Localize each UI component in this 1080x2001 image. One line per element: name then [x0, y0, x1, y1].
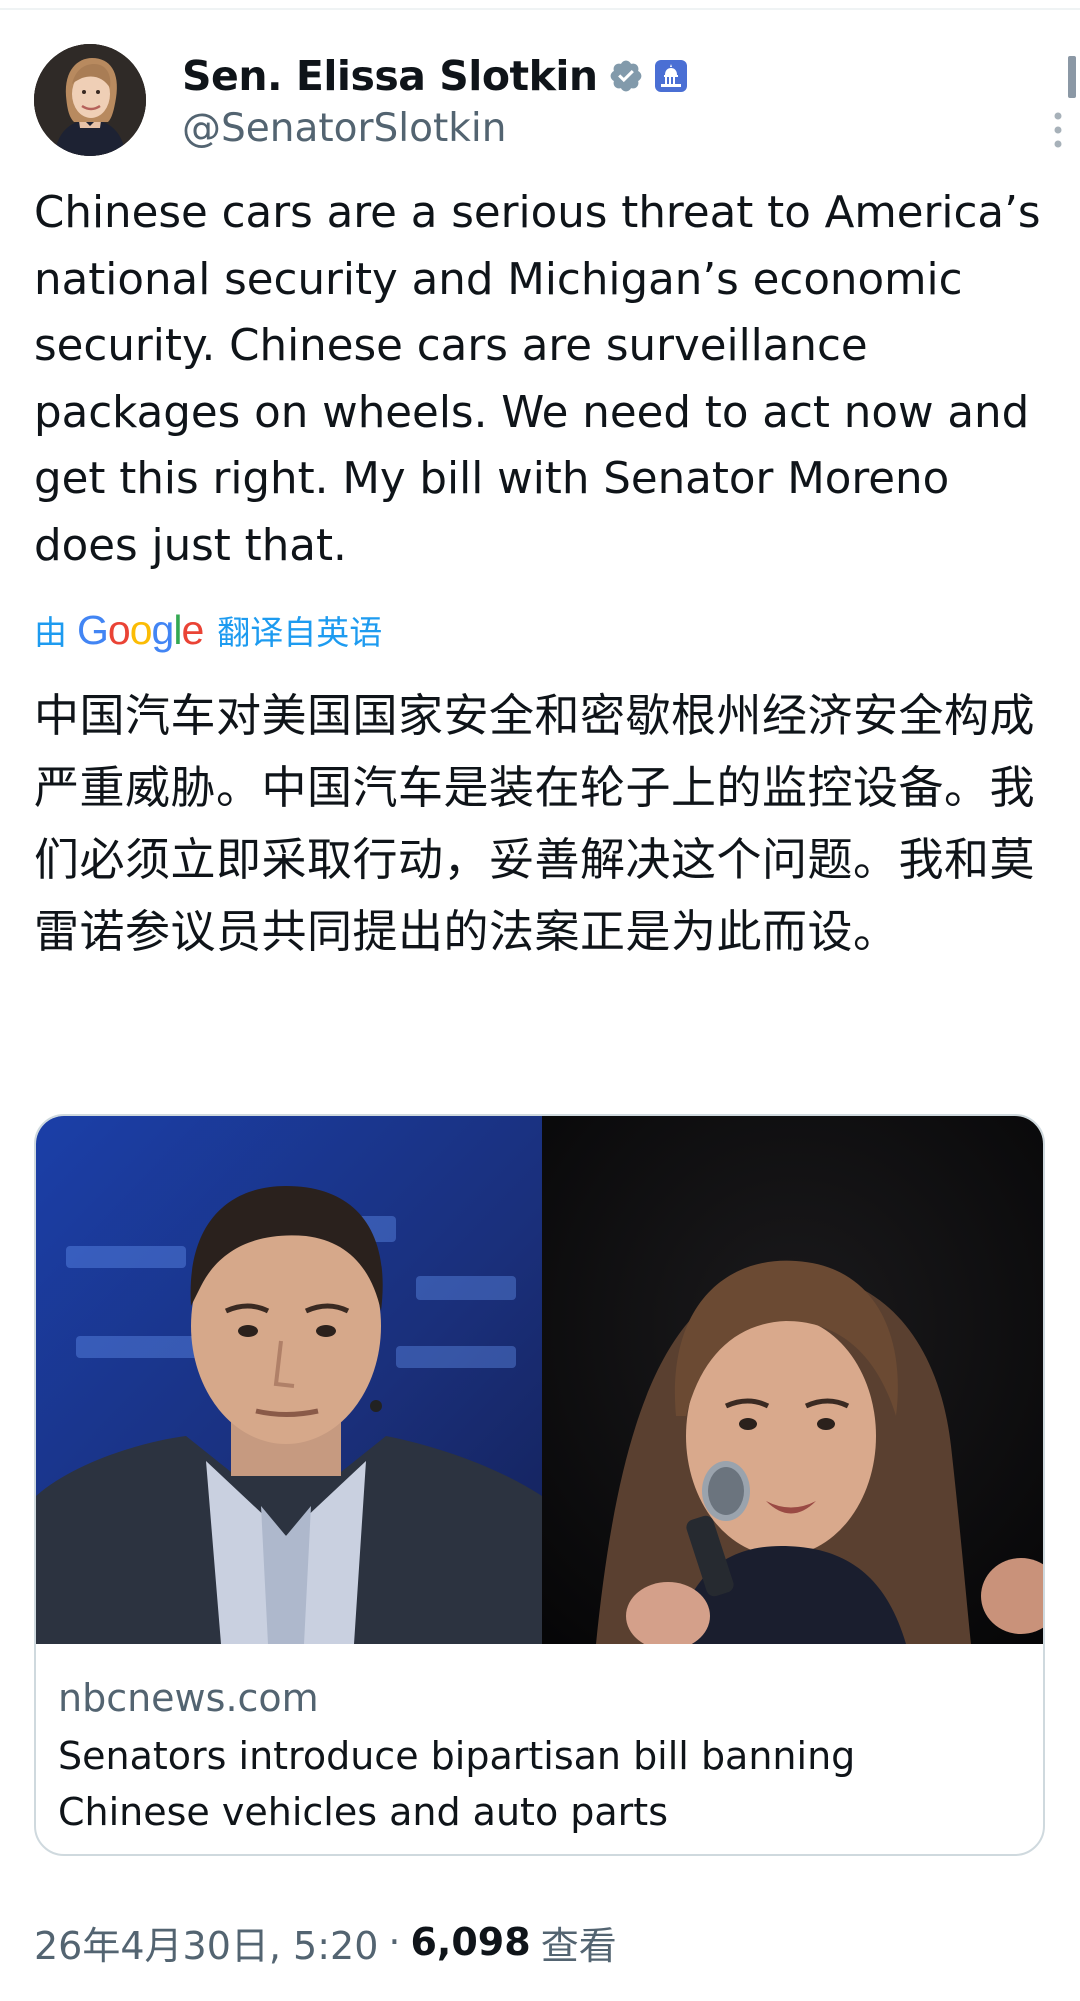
google-logo: Google: [77, 606, 204, 653]
tweet-footer: 26年4月30日, 5:20 · 6,098 查看: [34, 1912, 617, 1972]
translated-text: 中国汽车对美国国家安全和密歇根州经济安全构成严重威胁。中国汽车是装在轮子上的监控…: [34, 689, 1036, 958]
top-divider: [0, 8, 1080, 10]
avatar-image: [34, 44, 146, 156]
link-title: Senators introduce bipartisan bill banni…: [58, 1734, 856, 1834]
scrollbar[interactable]: [1068, 56, 1076, 98]
link-preview-meta: nbcnews.com Senators introduce bipartisa…: [58, 1672, 1018, 1840]
views-label: 查看: [540, 1923, 617, 1968]
separator-dot: ·: [388, 1920, 401, 1964]
translation-attribution[interactable]: 由 Google 翻译自英语: [34, 604, 382, 656]
handle[interactable]: @SenatorSlotkin: [182, 106, 688, 151]
tweet-header: Sen. Elissa Slotkin @SenatorSlotkin: [34, 40, 1064, 160]
author-info[interactable]: Sen. Elissa Slotkin @SenatorSlotkin: [182, 48, 688, 151]
link-domain: nbcnews.com: [58, 1676, 319, 1720]
more-options-icon[interactable]: [1044, 110, 1072, 150]
avatar[interactable]: [34, 44, 146, 156]
tweet-text: Chinese cars are a serious threat to Ame…: [34, 188, 1041, 571]
verified-badge-icon: [608, 58, 644, 94]
us-capitol-icon: [654, 59, 688, 93]
name-row: Sen. Elissa Slotkin: [182, 48, 688, 104]
timestamp[interactable]: 26年4月30日, 5:20: [34, 1915, 378, 1970]
views-count: 6,098: [410, 1920, 531, 1964]
display-name[interactable]: Sen. Elissa Slotkin: [182, 52, 598, 100]
link-preview-card[interactable]: nbcnews.com Senators introduce bipartisa…: [34, 1114, 1045, 1856]
translated-from-label: 翻译自英语: [217, 613, 383, 652]
link-preview-image: [36, 1116, 1043, 1644]
translated-by-label: 由: [34, 613, 67, 652]
